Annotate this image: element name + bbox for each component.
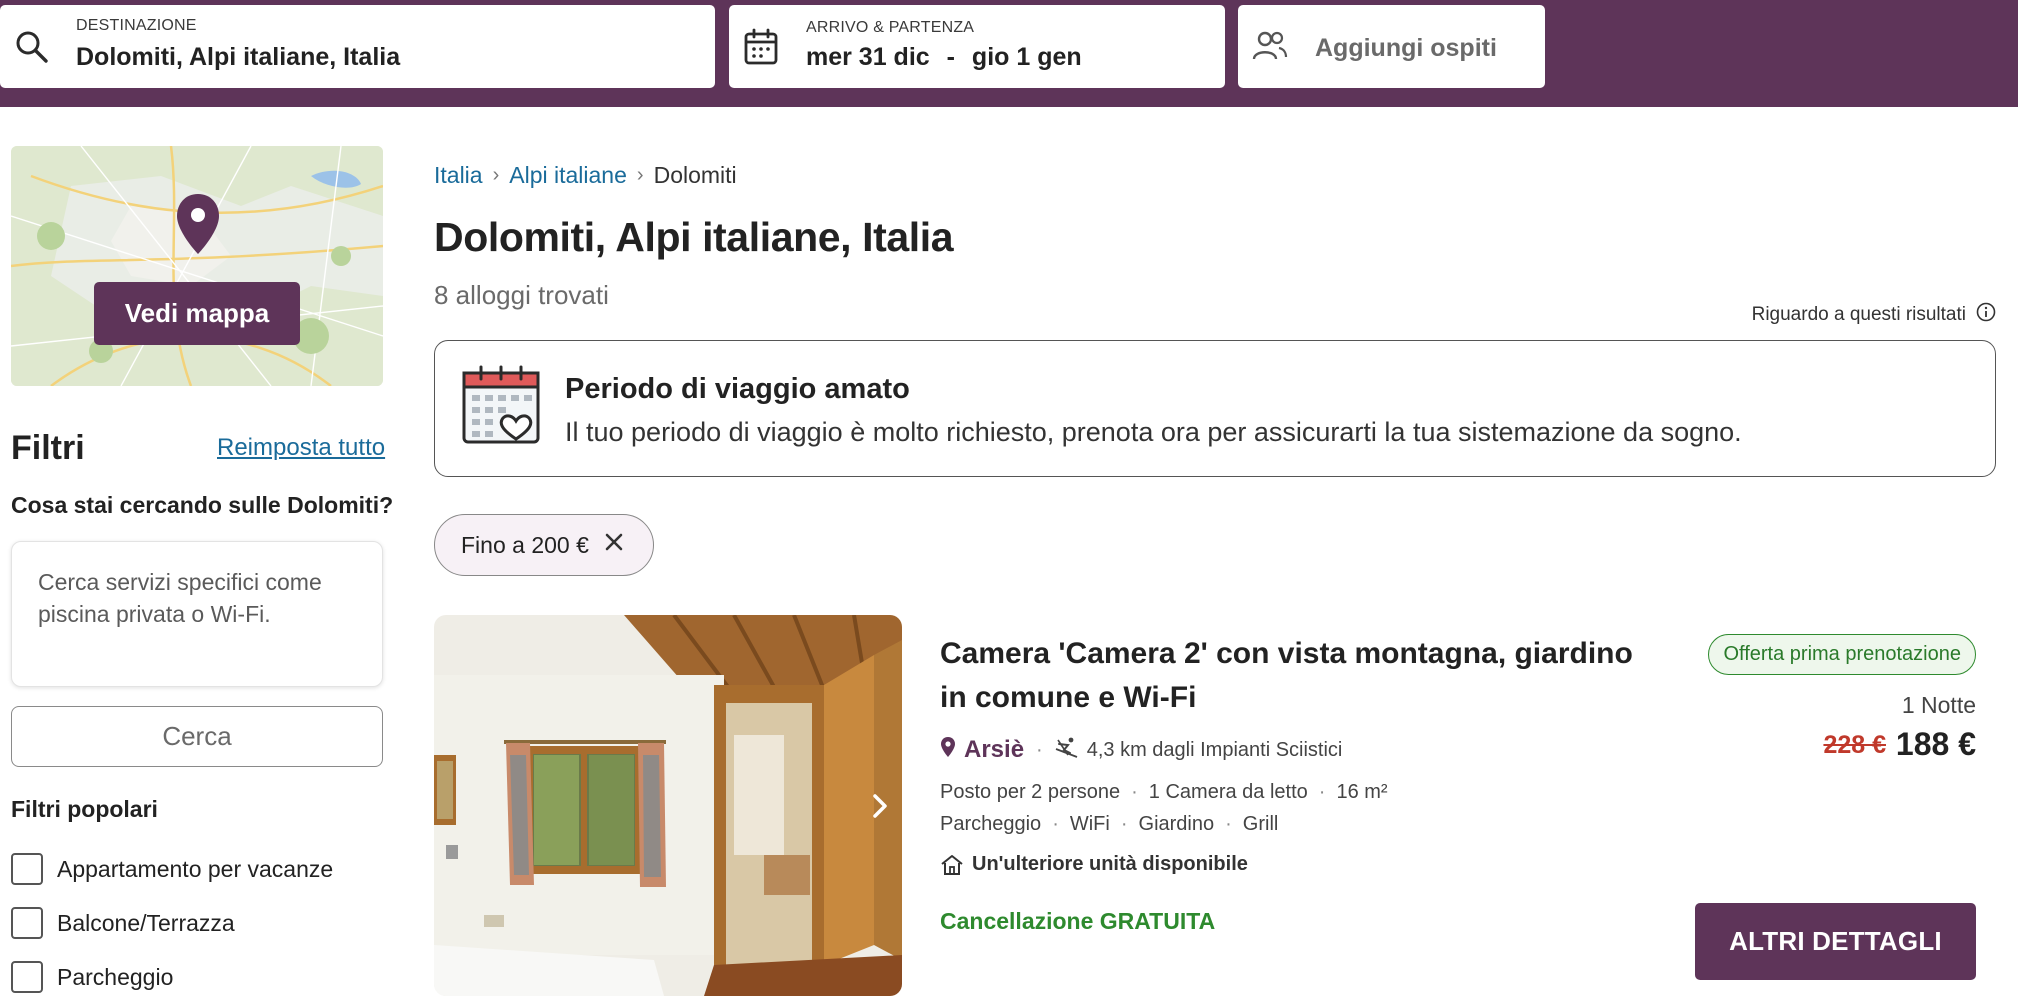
destination-value: Dolomiti, Alpi italiane, Italia: [76, 43, 401, 71]
calendar-icon: [743, 28, 779, 71]
listing-amenities: Parcheggio · WiFi · Giardino · Grill: [940, 813, 1278, 836]
spec-area: 16 m²: [1336, 781, 1388, 803]
checkbox[interactable]: [11, 961, 43, 993]
checkbox-label: Appartamento per vacanze: [57, 855, 334, 882]
early-booking-badge: Offerta prima prenotazione: [1708, 634, 1976, 675]
amenity-search-input[interactable]: [11, 541, 383, 687]
about-results-link[interactable]: Riguardo a questi risultati: [1752, 302, 1996, 328]
close-icon[interactable]: [603, 531, 625, 559]
separator-dot: ·: [1052, 813, 1059, 835]
breadcrumb-italia[interactable]: Italia: [434, 162, 483, 189]
guests-label: Aggiungi ospiti: [1315, 34, 1497, 62]
availability-text: Un'ulteriore unità disponibile: [972, 853, 1248, 875]
checkbox-label: Balcone/Terrazza: [57, 909, 235, 936]
separator-dot: ·: [1036, 738, 1043, 761]
listing-photo[interactable]: [434, 615, 902, 996]
room-image: [434, 615, 902, 996]
location-name[interactable]: Arsiè: [964, 736, 1024, 764]
top-search-bar: DESTINAZIONE Dolomiti, Alpi italiane, It…: [0, 0, 2018, 107]
dates-value: mer 31 dic - gio 1 gen: [806, 43, 1082, 72]
location-pin-icon: [940, 736, 956, 764]
separator-dot: ·: [1120, 813, 1128, 835]
building-icon: [941, 854, 963, 875]
ski-icon: [1055, 736, 1079, 764]
location-row: Arsiè · 4,3 km dagli Impianti Sciistici: [940, 736, 1342, 764]
search-icon: [14, 29, 50, 70]
old-price: 228 €: [1823, 731, 1886, 759]
amenity-search-question: Cosa stai cercando sulle Dolomiti?: [11, 492, 394, 518]
availability-row: Un'ulteriore unità disponibile: [940, 853, 1248, 876]
breadcrumb: Italia › Alpi italiane › Dolomiti: [434, 162, 737, 189]
results-count: 8 alloggi trovati: [434, 280, 609, 310]
ski-distance: 4,3 km dagli Impianti Sciistici: [1086, 738, 1343, 761]
dates-field[interactable]: ARRIVO & PARTENZA mer 31 dic - gio 1 gen: [729, 5, 1225, 88]
destination-field[interactable]: DESTINAZIONE Dolomiti, Alpi italiane, It…: [0, 5, 715, 88]
separator-dot: ·: [1131, 781, 1138, 803]
spec-bedrooms: 1 Camera da letto: [1148, 781, 1308, 803]
filter-parking[interactable]: Parcheggio: [11, 961, 173, 993]
popular-filters-title: Filtri popolari: [11, 796, 158, 822]
active-filter-label: Fino a 200 €: [461, 531, 589, 558]
travel-period-banner: Periodo di viaggio amato Il tuo periodo …: [434, 340, 1996, 477]
price: 188 €: [1895, 726, 1976, 762]
guests-field[interactable]: Aggiungi ospiti: [1238, 5, 1545, 88]
checkbox-label: Parcheggio: [57, 963, 174, 990]
banner-title: Periodo di viaggio amato: [565, 373, 910, 405]
amenity-wifi: WiFi: [1069, 813, 1110, 835]
chevron-right-icon[interactable]: [866, 790, 894, 822]
info-icon: [1976, 302, 1996, 328]
chevron-right-icon: ›: [636, 164, 644, 186]
date-separator: -: [946, 43, 955, 71]
filter-balcony-terrace[interactable]: Balcone/Terrazza: [11, 907, 235, 939]
map-preview[interactable]: Vedi mappa: [11, 146, 383, 386]
destination-label: DESTINAZIONE: [76, 17, 197, 34]
nights-count: 1 Notte: [1901, 692, 1976, 718]
separator-dot: ·: [1225, 813, 1232, 835]
more-details-button[interactable]: ALTRI DETTAGLI: [1695, 903, 1976, 980]
free-cancellation: Cancellazione GRATUITA: [940, 908, 1216, 934]
breadcrumb-current: Dolomiti: [653, 162, 737, 188]
calendar-heart-icon: [461, 365, 541, 450]
people-icon: [1252, 30, 1288, 67]
view-map-button[interactable]: Vedi mappa: [94, 282, 300, 345]
amenity-garden: Giardino: [1138, 813, 1215, 835]
amenity-parking: Parcheggio: [940, 813, 1042, 835]
reset-all-link[interactable]: Reimposta tutto: [217, 434, 385, 462]
spec-guests: Posto per 2 persone: [940, 781, 1121, 803]
separator-dot: ·: [1318, 781, 1326, 803]
dates-label: ARRIVO & PARTENZA: [806, 19, 975, 36]
breadcrumb-alpi[interactable]: Alpi italiane: [509, 162, 627, 189]
map-image: [11, 146, 383, 386]
listing-title[interactable]: Camera 'Camera 2' con vista montagna, gi…: [940, 632, 1640, 720]
checkin-date: mer 31 dic: [806, 43, 930, 71]
checkbox[interactable]: [11, 853, 43, 885]
banner-text: Il tuo periodo di viaggio è molto richie…: [565, 417, 1742, 447]
about-results-label: Riguardo a questi risultati: [1751, 304, 1966, 325]
listing-specs: Posto per 2 persone · 1 Camera da letto · 16…: [940, 781, 1388, 804]
active-filter-chip[interactable]: Fino a 200 €: [434, 514, 654, 576]
amenity-grill: Grill: [1242, 813, 1279, 835]
filter-holiday-apartment[interactable]: Appartamento per vacanze: [11, 853, 333, 885]
chevron-right-icon: ›: [492, 164, 500, 186]
checkout-date: gio 1 gen: [971, 43, 1082, 71]
checkbox[interactable]: [11, 907, 43, 939]
search-button[interactable]: Cerca: [11, 706, 383, 767]
filters-title: Filtri: [11, 429, 85, 467]
page-title: Dolomiti, Alpi italiane, Italia: [434, 214, 954, 260]
